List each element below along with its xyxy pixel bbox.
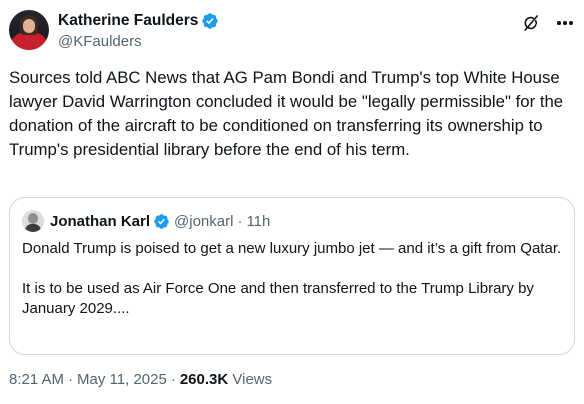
more-options-icon[interactable] bbox=[555, 13, 575, 33]
grok-icon[interactable] bbox=[521, 13, 541, 33]
quoted-verified-badge-icon bbox=[154, 213, 169, 229]
author-avatar[interactable] bbox=[9, 10, 49, 50]
author-names: Katherine Faulders @KFaulders bbox=[58, 11, 219, 52]
tweet-header: Katherine Faulders @KFaulders bbox=[9, 10, 575, 54]
quoted-author-avatar[interactable] bbox=[22, 210, 44, 232]
quoted-tweet[interactable]: Jonathan Karl @jonkarl · 11h Donald Trum… bbox=[9, 197, 575, 355]
views-count[interactable]: 260.3K bbox=[180, 371, 228, 388]
author-display-name-row[interactable]: Katherine Faulders bbox=[58, 11, 219, 31]
tweet-time[interactable]: 8:21 AM bbox=[9, 371, 64, 388]
tweet-meta: 8:21 AM · May 11, 2025 · 260.3K Views bbox=[9, 370, 272, 390]
verified-badge-icon bbox=[202, 13, 219, 29]
quoted-paragraph-1: Donald Trump is poised to get a new luxu… bbox=[22, 240, 562, 257]
meta-separator-1: · bbox=[68, 371, 74, 388]
meta-separator-2: · bbox=[170, 371, 176, 388]
tweet-text: Sources told ABC News that AG Pam Bondi … bbox=[9, 68, 564, 159]
quoted-author-display-name[interactable]: Jonathan Karl bbox=[50, 213, 150, 230]
quoted-tweet-header: Jonathan Karl @jonkarl · 11h bbox=[22, 210, 270, 232]
tweet-date[interactable]: May 11, 2025 bbox=[77, 371, 167, 388]
views-label: Views bbox=[232, 371, 273, 388]
author-handle[interactable]: @KFaulders bbox=[58, 32, 219, 52]
quoted-timestamp[interactable]: 11h bbox=[246, 213, 270, 230]
quoted-separator: · bbox=[237, 212, 243, 230]
quoted-tweet-text: Donald Trump is poised to get a new luxu… bbox=[22, 239, 562, 319]
author-display-name[interactable]: Katherine Faulders bbox=[58, 11, 198, 31]
tweet-actions-top bbox=[521, 13, 575, 33]
quoted-author-handle[interactable]: @jonkarl bbox=[174, 213, 233, 230]
quoted-paragraph-2: It is to be used as Air Force One and th… bbox=[22, 280, 534, 317]
